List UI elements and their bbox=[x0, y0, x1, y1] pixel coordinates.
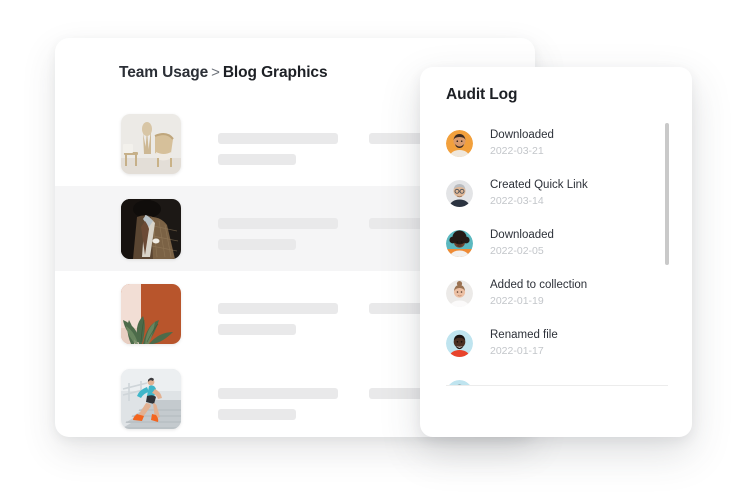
thumbnail-runner-stairs[interactable] bbox=[121, 368, 181, 429]
audit-entry-action: Downloaded bbox=[490, 229, 554, 241]
audit-entry-text: Created Quick Link 2022-03-14 bbox=[490, 177, 588, 209]
skeleton-bar-primary bbox=[218, 302, 338, 314]
breadcrumb-separator-icon: > bbox=[211, 64, 220, 81]
audit-log-scrollbar-thumb[interactable] bbox=[665, 123, 669, 265]
avatar-white-bun-woman bbox=[446, 279, 473, 307]
audit-entry-date: 2022-01-17 bbox=[490, 345, 544, 357]
audit-entry-action: Renamed file bbox=[490, 329, 558, 341]
audit-entry-date: 2022-03-21 bbox=[490, 145, 544, 157]
skeleton-bar-secondary bbox=[218, 238, 296, 250]
thumbnail-plant-terracotta[interactable] bbox=[121, 283, 181, 344]
audit-entry-action: Downloaded bbox=[490, 129, 554, 141]
audit-entry-date: 2022-03-14 bbox=[490, 195, 544, 207]
avatar-teal-curly-woman bbox=[446, 229, 473, 257]
avatar-blue-red-shirt-man bbox=[446, 329, 473, 357]
thumbnail-tweed-suit[interactable] bbox=[121, 198, 181, 259]
audit-log-panel: Audit Log Downloaded 2022-03-21 Created … bbox=[420, 67, 692, 437]
list-item[interactable]: Created Quick Link 2022-03-14 bbox=[420, 168, 692, 218]
list-item[interactable]: Added to collection 2022-01-19 bbox=[420, 268, 692, 318]
avatar-gray-glasses-man bbox=[446, 179, 473, 207]
audit-log-scrollbar[interactable] bbox=[665, 119, 669, 331]
skeleton-bar-primary bbox=[218, 217, 338, 229]
audit-log-title: Audit Log bbox=[446, 86, 518, 103]
audit-entry-text: Renamed file 2022-01-17 bbox=[490, 327, 558, 359]
audit-log-list: Downloaded 2022-03-21 Created Quick Link… bbox=[420, 116, 692, 385]
skeleton-bar-secondary bbox=[218, 323, 296, 335]
breadcrumb: Team Usage > Blog Graphics bbox=[119, 64, 328, 82]
thumbnail-wicker-chair[interactable] bbox=[121, 113, 181, 174]
audit-log-scroll-area[interactable]: Downloaded 2022-03-21 Created Quick Link… bbox=[420, 116, 692, 385]
list-item[interactable]: Renamed file 2022-01-17 bbox=[420, 318, 692, 368]
list-item[interactable]: Uploaded file bbox=[420, 368, 692, 385]
list-item[interactable]: Downloaded 2022-02-05 bbox=[420, 218, 692, 268]
audit-entry-date: 2022-01-19 bbox=[490, 295, 544, 307]
screenshot-stage: Team Usage > Blog Graphics Audit Log Dow… bbox=[0, 0, 750, 500]
skeleton-bar-primary bbox=[218, 387, 338, 399]
audit-entry-action: Created Quick Link bbox=[490, 179, 588, 191]
skeleton-bar-primary bbox=[218, 132, 338, 144]
skeleton-bar-secondary bbox=[218, 408, 296, 420]
audit-entry-text: Added to collection 2022-01-19 bbox=[490, 277, 587, 309]
breadcrumb-current: Blog Graphics bbox=[222, 64, 328, 81]
audit-entry-action: Added to collection bbox=[490, 279, 588, 291]
audit-log-divider bbox=[446, 385, 668, 386]
audit-entry-text: Downloaded 2022-03-21 bbox=[490, 127, 554, 159]
audit-entry-date: 2022-02-05 bbox=[490, 245, 544, 257]
avatar-orange-bearded-man bbox=[446, 129, 473, 157]
list-item[interactable]: Downloaded 2022-03-21 bbox=[420, 118, 692, 168]
audit-entry-text: Downloaded 2022-02-05 bbox=[490, 227, 554, 259]
breadcrumb-parent-link[interactable]: Team Usage bbox=[119, 64, 208, 81]
skeleton-bar-secondary bbox=[218, 153, 296, 165]
